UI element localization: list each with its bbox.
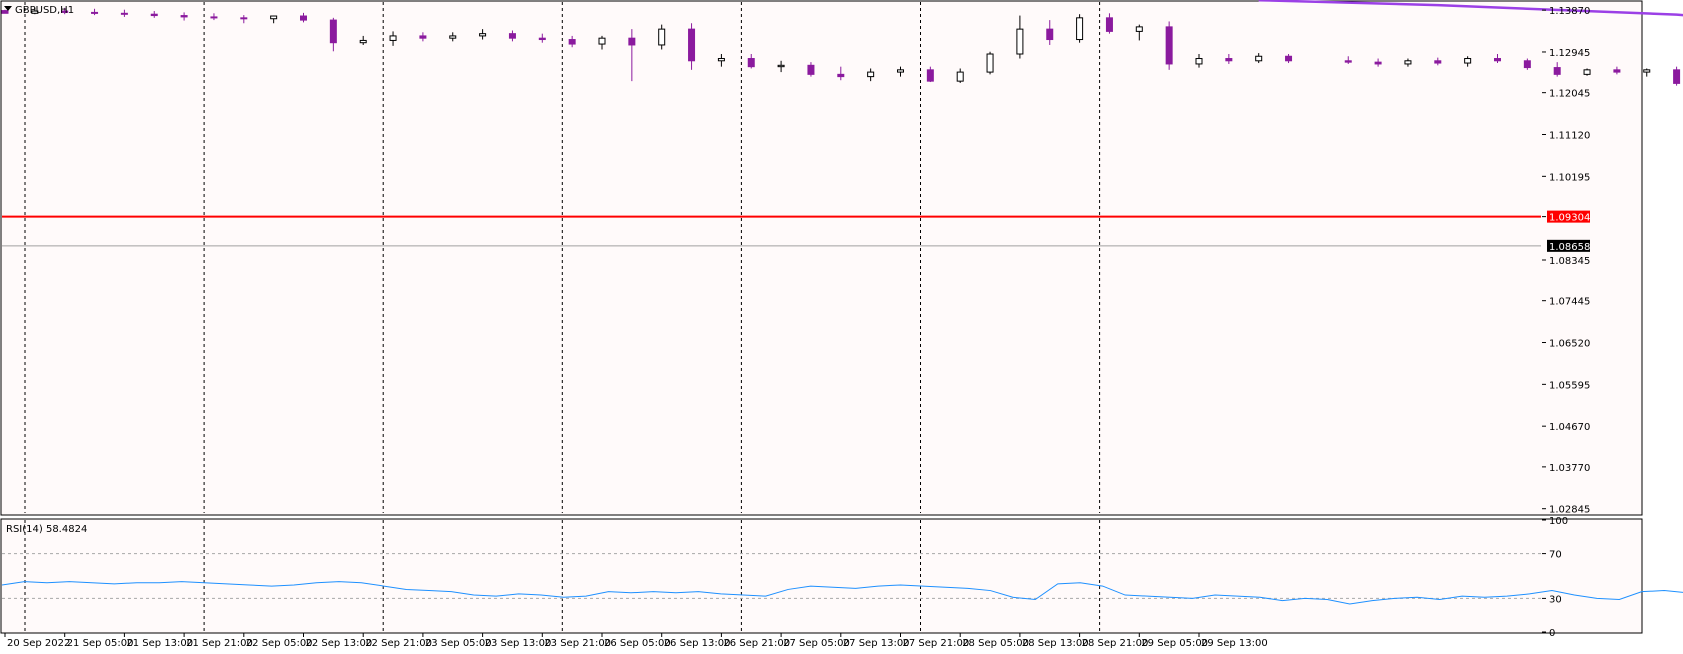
- candle-body: [1255, 55, 1263, 62]
- candle-body: [1583, 69, 1591, 75]
- candle-body: [1523, 60, 1531, 69]
- candle-body: [300, 15, 307, 21]
- candle-body: [120, 12, 128, 15]
- price-tick-label: 1.07445: [1549, 297, 1590, 308]
- rsi-tick-label: 100: [1549, 516, 1568, 527]
- symbol-title-group[interactable]: GBPUSD,H1: [4, 5, 74, 16]
- candle-body: [658, 28, 666, 46]
- candle-body: [419, 35, 427, 39]
- candle-body: [449, 35, 457, 39]
- time-tick-label: 22 Sep 05:00: [246, 638, 313, 649]
- chart-canvas: 1.13870 1.12945 1.12045 1.11120 1.10195 1.093…: [0, 0, 1683, 654]
- time-tick-label: 28 Sep 13:00: [1022, 638, 1089, 649]
- rsi-tick-label: 70: [1549, 550, 1562, 561]
- candle-body: [1135, 26, 1143, 32]
- candle-body: [628, 37, 636, 46]
- candle-body: [717, 58, 725, 62]
- candle-body: [1225, 58, 1233, 62]
- candle-body: [270, 15, 278, 20]
- candle-body: [688, 28, 696, 62]
- time-tick-label: 26 Sep 21:00: [723, 638, 790, 649]
- candle-body: [1464, 58, 1472, 64]
- candle-body: [1613, 69, 1621, 73]
- candle-body: [897, 69, 904, 73]
- candle-body: [180, 15, 188, 18]
- time-tick-label: 27 Sep 21:00: [903, 638, 970, 649]
- price-tick-label: 1.05595: [1549, 380, 1590, 391]
- time-tick-label: 29 Sep 05:00: [1141, 638, 1208, 649]
- candle-body: [1643, 69, 1651, 73]
- time-tick-label: 21 Sep 13:00: [126, 638, 193, 649]
- candle-body: [1404, 60, 1412, 65]
- time-tick-label: 23 Sep 21:00: [544, 638, 611, 649]
- candle-body: [1494, 58, 1501, 62]
- candle-body: [1016, 28, 1024, 55]
- time-tick-label: 23 Sep 13:00: [485, 638, 552, 649]
- rsi-tick-label: 0: [1549, 628, 1555, 639]
- candle-body: [777, 64, 785, 68]
- price-tick-label: 1.13870: [1549, 6, 1590, 17]
- resistance-price-label: 1.09304: [1549, 213, 1590, 224]
- candle-body: [986, 53, 994, 73]
- time-tick-label: 20 Sep 2022: [7, 638, 70, 649]
- candle-body: [1105, 17, 1113, 32]
- candle-body: [1046, 28, 1054, 41]
- price-tick-label: 1.03770: [1549, 463, 1590, 474]
- rsi-pane[interactable]: [0, 518, 1643, 634]
- candle-body: [1673, 69, 1681, 84]
- candle-body: [479, 33, 487, 37]
- time-tick-label: 28 Sep 21:00: [1082, 638, 1149, 649]
- candle-body: [956, 71, 964, 82]
- candle-body: [598, 37, 606, 45]
- candle-body: [1, 10, 9, 14]
- price-tick-label: 1.10195: [1549, 172, 1590, 183]
- candle-body: [837, 73, 845, 78]
- candle-body: [747, 58, 755, 68]
- price-tick-label: 1.08345: [1549, 256, 1590, 267]
- candle-body: [926, 69, 934, 82]
- candle-body: [867, 71, 875, 78]
- candle-body: [91, 11, 99, 14]
- candle-body: [568, 39, 576, 45]
- candle-body: [389, 35, 397, 41]
- candle-body: [359, 39, 367, 44]
- time-tick-label: 27 Sep 13:00: [843, 638, 910, 649]
- price-tick-label: 1.04670: [1549, 422, 1590, 433]
- price-tick-label: 1.11120: [1549, 130, 1590, 141]
- time-tick-label: 26 Sep 05:00: [604, 638, 671, 649]
- candle-body: [1195, 58, 1203, 65]
- time-tick-label: 21 Sep 21:00: [186, 638, 253, 649]
- candle-body: [508, 33, 516, 39]
- candle-body: [1285, 55, 1293, 62]
- candle-body: [210, 16, 218, 19]
- time-tick-label: 22 Sep 21:00: [365, 638, 432, 649]
- candle-body: [240, 17, 248, 20]
- candle-body: [1076, 17, 1084, 41]
- price-tick-label: 1.12045: [1549, 89, 1590, 100]
- candle-body: [807, 64, 815, 75]
- time-tick-label: 21 Sep 05:00: [67, 638, 134, 649]
- time-tick-label: 29 Sep 13:00: [1201, 638, 1268, 649]
- time-tick-label: 26 Sep 13:00: [664, 638, 731, 649]
- time-tick-label: 28 Sep 05:00: [962, 638, 1029, 649]
- candle-body: [329, 19, 337, 44]
- candle-body: [1553, 67, 1561, 75]
- price-tick-label: 1.12945: [1549, 48, 1590, 59]
- rsi-tick-label: 30: [1549, 594, 1562, 605]
- candle-body: [1434, 60, 1442, 64]
- candle-body: [1344, 60, 1352, 63]
- current-price-label: 1.08658: [1549, 242, 1590, 253]
- price-tick-label: 1.06520: [1549, 339, 1590, 350]
- price-pane[interactable]: [0, 0, 1643, 516]
- time-tick-label: 23 Sep 05:00: [425, 638, 492, 649]
- candle-body: [1374, 61, 1382, 65]
- candle-body: [1165, 26, 1173, 65]
- time-tick-label: 22 Sep 13:00: [306, 638, 373, 649]
- symbol-title: GBPUSD,H1: [15, 5, 74, 16]
- candle-body: [538, 37, 546, 41]
- time-tick-label: 27 Sep 05:00: [783, 638, 850, 649]
- candle-body: [150, 13, 158, 17]
- price-tick-label: 1.02845: [1549, 505, 1590, 516]
- rsi-label: RSI(14) 58.4824: [6, 524, 87, 535]
